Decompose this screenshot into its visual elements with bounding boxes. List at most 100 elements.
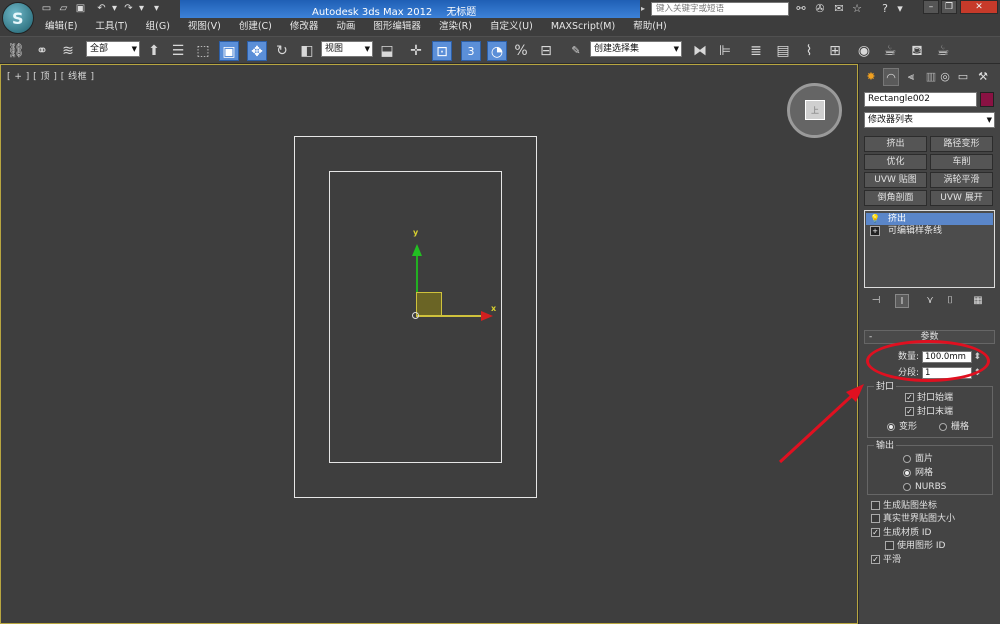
menu-item-6[interactable]: 动画	[327, 18, 364, 36]
spinner-snap-icon[interactable]: ⊟	[536, 41, 556, 61]
favorites-star-icon[interactable]: ☆	[850, 2, 864, 16]
application-button[interactable]	[2, 2, 34, 34]
show-end-result-icon[interactable]: Ⅰ	[895, 294, 909, 308]
gen-mat-ids-checkbox[interactable]: ✓	[871, 528, 880, 537]
menu-item-5[interactable]: 修改器	[281, 18, 328, 36]
communication-center-icon[interactable]: ✉	[832, 2, 846, 16]
object-name-input[interactable]: Rectangle002	[864, 92, 977, 107]
select-manipulate-icon[interactable]: ✛	[406, 41, 426, 61]
redo-icon[interactable]: ↷	[122, 3, 135, 15]
modifier-stack[interactable]: 💡 挤出 + 可编辑样条线	[864, 210, 995, 288]
help-dropdown-icon[interactable]: ▾	[893, 2, 907, 16]
menu-item-8[interactable]: 渲染(R)	[430, 18, 481, 36]
align-icon[interactable]: ⊫	[715, 41, 735, 61]
gizmo-xy-plane-handle[interactable]	[416, 292, 442, 316]
smooth-checkbox[interactable]: ✓	[871, 555, 880, 564]
select-move-icon[interactable]: ✥	[247, 41, 267, 61]
bind-spacewarp-icon[interactable]: ≋	[58, 41, 78, 61]
create-tab-icon[interactable]: ✸	[863, 68, 879, 86]
menu-item-11[interactable]: 帮助(H)	[624, 18, 676, 36]
graphite-ribbon-icon[interactable]: ▤	[773, 41, 793, 61]
menu-item-10[interactable]: MAXScript(M)	[542, 18, 624, 36]
keyboard-shortcut-override-icon[interactable]: ⊡	[432, 41, 452, 61]
object-color-swatch[interactable]	[980, 92, 994, 107]
modifier-button-6[interactable]: 倒角剖面	[864, 190, 927, 206]
menu-item-0[interactable]: 编辑(E)	[36, 18, 86, 36]
tools-icon[interactable]: ✇	[813, 2, 827, 16]
use-shape-ids-checkbox[interactable]	[885, 541, 894, 550]
named-selection-dropdown[interactable]: 创建选择集	[590, 41, 682, 57]
edit-named-selection-icon[interactable]: ✎	[566, 41, 586, 61]
menu-item-1[interactable]: 工具(T)	[86, 18, 136, 36]
render-setup-icon[interactable]: ☕	[880, 41, 900, 61]
percent-snap-icon[interactable]: %	[511, 41, 531, 61]
modifier-button-3[interactable]: 车削	[930, 154, 993, 170]
lightbulb-icon[interactable]: 💡	[870, 214, 880, 224]
open-file-icon[interactable]: ▱	[57, 3, 70, 15]
search-input[interactable]: 键入关键字或短语	[651, 2, 789, 16]
pivot-center-icon[interactable]: ⬓	[377, 41, 397, 61]
modifier-button-0[interactable]: 挤出	[864, 136, 927, 152]
cap-start-checkbox[interactable]: ✓	[905, 393, 914, 402]
pin-stack-icon[interactable]: ⊣	[869, 294, 883, 308]
material-editor-icon[interactable]: ◉	[854, 41, 874, 61]
unlink-icon[interactable]: ⚭	[32, 41, 52, 61]
viewcube-top-face[interactable]: 上	[805, 100, 825, 120]
redo-dropdown-icon[interactable]: ▾	[135, 3, 148, 15]
gizmo-y-arrow-icon[interactable]	[412, 244, 422, 256]
select-by-name-icon[interactable]: ☰	[168, 41, 188, 61]
search-expand-icon[interactable]: ▸	[641, 3, 650, 15]
menu-item-3[interactable]: 视图(V)	[179, 18, 230, 36]
layer-manager-icon[interactable]: ≣	[746, 41, 766, 61]
real-world-map-checkbox[interactable]	[871, 514, 880, 523]
viewcube[interactable]: 上	[787, 83, 842, 138]
modifier-button-5[interactable]: 涡轮平滑	[930, 172, 993, 188]
motion-tab-icon[interactable]: ◎	[937, 68, 953, 86]
menu-item-9[interactable]: 自定义(U)	[481, 18, 542, 36]
restore-button[interactable]: ❐	[941, 0, 957, 14]
undo-dropdown-icon[interactable]: ▾	[108, 3, 121, 15]
expand-plus-icon[interactable]: +	[870, 226, 880, 236]
undo-icon[interactable]: ↶	[95, 3, 108, 15]
rect-selection-region-icon[interactable]: ⬚	[193, 41, 213, 61]
remove-modifier-icon[interactable]: ⌷	[943, 294, 957, 308]
close-button[interactable]: ✕	[960, 0, 998, 14]
select-object-icon[interactable]: ⬆	[144, 41, 164, 61]
viewport-label[interactable]: [ + ] [ 顶 ] [ 线框 ]	[7, 69, 95, 82]
stack-item-extrude[interactable]: 💡 挤出	[866, 213, 993, 225]
minimize-button[interactable]: –	[923, 0, 939, 14]
reference-coordinate-dropdown[interactable]: 视图	[321, 41, 373, 57]
menu-item-4[interactable]: 创建(C)	[230, 18, 281, 36]
make-unique-icon[interactable]: ⋎	[923, 294, 937, 308]
mirror-icon[interactable]: ⧓	[690, 41, 710, 61]
new-file-icon[interactable]: ▭	[40, 3, 53, 15]
output-patch-radio[interactable]	[903, 455, 911, 463]
stack-item-editable-spline[interactable]: + 可编辑样条线	[866, 225, 993, 237]
output-nurbs-radio[interactable]	[903, 483, 911, 491]
window-crossing-icon[interactable]: ▣	[219, 41, 239, 61]
gen-map-coords-checkbox[interactable]	[871, 501, 880, 510]
rendered-frame-window-icon[interactable]: ⛾	[907, 41, 927, 61]
modifier-button-2[interactable]: 优化	[864, 154, 927, 170]
modifier-list-dropdown[interactable]: 修改器列表	[864, 112, 995, 128]
modifier-button-7[interactable]: UVW 展开	[930, 190, 993, 206]
quick-access-dropdown-icon[interactable]: ▾	[150, 3, 163, 15]
display-tab-icon[interactable]: ▭	[955, 68, 971, 86]
configure-modifier-sets-icon[interactable]: ▦	[971, 294, 985, 308]
select-scale-icon[interactable]: ◧	[297, 41, 317, 61]
save-file-icon[interactable]: ▣	[74, 3, 87, 15]
selection-filter-dropdown[interactable]: 全部	[86, 41, 140, 57]
curve-editor-icon[interactable]: ⌇	[799, 41, 819, 61]
modifier-button-1[interactable]: 路径变形	[930, 136, 993, 152]
menu-item-7[interactable]: 图形编辑器	[364, 18, 430, 36]
hierarchy-tab-icon[interactable]: ⫷	[903, 68, 919, 86]
modify-tab-icon[interactable]: ◠	[883, 68, 899, 86]
modifier-button-4[interactable]: UVW 贴图	[864, 172, 927, 188]
snaps-toggle-icon[interactable]: 3	[461, 41, 481, 61]
utilities-tab-icon[interactable]: ⚒	[975, 68, 991, 86]
select-rotate-icon[interactable]: ↻	[272, 41, 292, 61]
angle-snap-icon[interactable]: ◔	[487, 41, 507, 61]
morph-radio[interactable]	[887, 423, 895, 431]
cap-end-checkbox[interactable]: ✓	[905, 407, 914, 416]
output-mesh-radio[interactable]	[903, 469, 911, 477]
